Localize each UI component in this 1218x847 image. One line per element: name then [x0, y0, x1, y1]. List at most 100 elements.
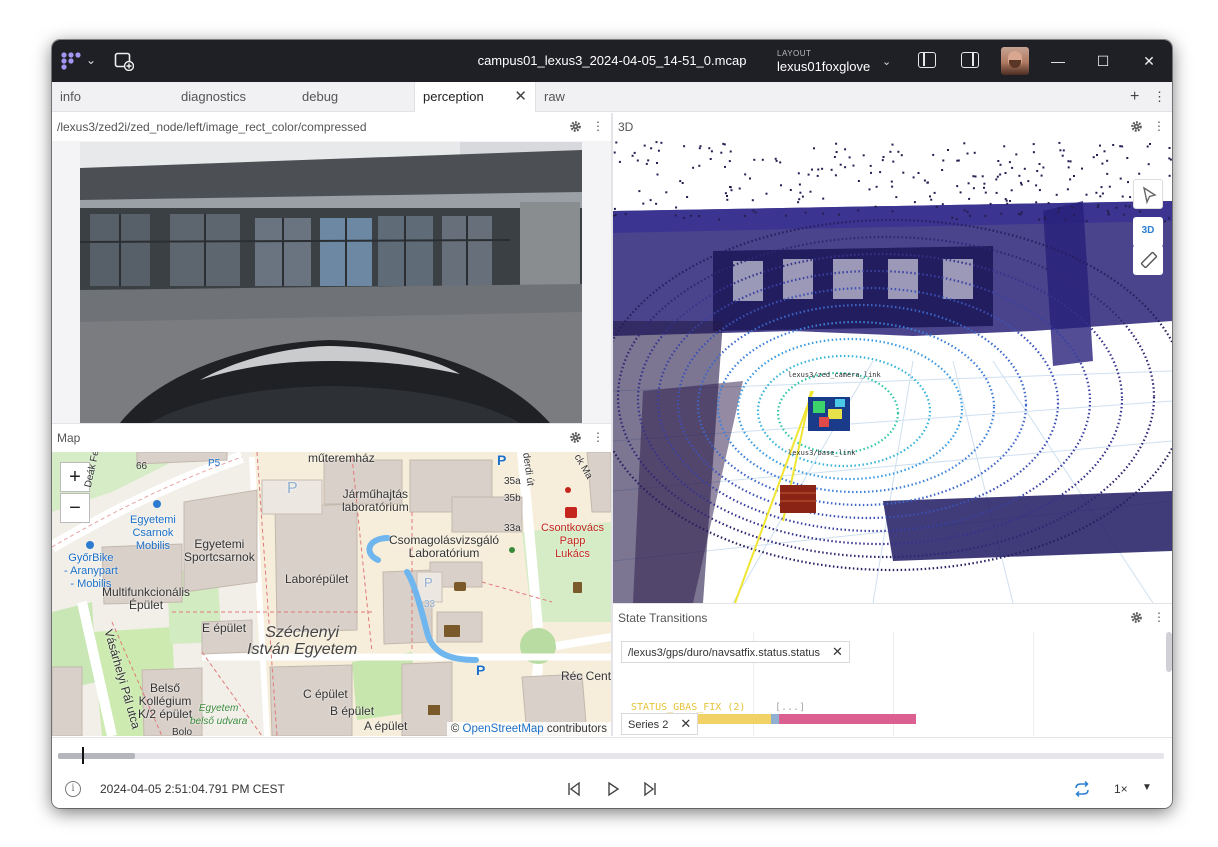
openstreetmap-link[interactable]: OpenStreetMap [463, 723, 544, 735]
map-zoom-out-button[interactable]: − [60, 493, 90, 523]
panel-splitter-horizontal[interactable] [613, 603, 1172, 604]
point-cloud-dot [1069, 160, 1072, 163]
point-cloud-dot [857, 180, 860, 182]
point-cloud-dot [1126, 157, 1129, 159]
point-cloud-dot [1107, 213, 1110, 216]
map-label: Csomagolásvizsgáló Laboratórium [389, 533, 500, 560]
play-icon[interactable] [604, 780, 622, 798]
point-cloud-dot [1057, 211, 1060, 214]
point-cloud-dot [798, 183, 801, 186]
map-label: Egyetemi Sportcsarnok [184, 537, 255, 564]
speed-chevron-down-icon[interactable]: ▼ [1142, 782, 1152, 793]
point-cloud-dot [941, 169, 944, 171]
window-close-button[interactable]: ✕ [1139, 51, 1159, 71]
user-avatar[interactable] [1001, 47, 1029, 75]
point-cloud-dot [951, 216, 954, 219]
point-cloud-dot [1032, 151, 1035, 154]
state-plot-area[interactable]: /lexus3/gps/duro/navsatfix.status.status… [613, 632, 1172, 736]
point-cloud-dot [1108, 185, 1111, 188]
map-label: 35a [504, 476, 521, 487]
timeline-playhead[interactable] [82, 747, 85, 764]
gear-icon[interactable] [1130, 120, 1143, 133]
seek-forward-icon[interactable] [641, 780, 659, 798]
panel-menu-icon[interactable]: ⋮ [592, 119, 604, 133]
frame-label-camera: lexus3/zed_camera_link [788, 371, 882, 379]
tab-raw[interactable]: raw [536, 82, 636, 112]
gear-icon[interactable] [1130, 611, 1143, 624]
close-tab-icon[interactable]: ✕ [514, 82, 527, 112]
point-cloud-dot [1096, 154, 1098, 156]
point-cloud-dot [761, 158, 764, 161]
point-cloud-dot [675, 206, 678, 209]
point-cloud-dot [1101, 162, 1104, 165]
map-attribution: © OpenStreetMap contributors [446, 722, 611, 736]
tab-debug[interactable]: debug [294, 82, 414, 112]
tab-diagnostics[interactable]: diagnostics [173, 82, 294, 112]
image-panel-title[interactable]: /lexus3/zed2i/zed_node/left/image_rect_c… [57, 120, 367, 134]
panel-splitter-vertical[interactable] [611, 113, 613, 736]
point-cloud-dot [1006, 202, 1009, 205]
state-panel-title[interactable]: State Transitions [618, 611, 707, 625]
point-cloud-dot [638, 190, 641, 193]
panel-splitter-horizontal[interactable] [52, 423, 611, 424]
point-cloud-dot [1038, 218, 1041, 221]
series-chip-navsatfix[interactable]: /lexus3/gps/duro/navsatfix.status.status… [621, 641, 850, 663]
panel-menu-icon[interactable]: ⋮ [592, 430, 604, 444]
loop-icon[interactable] [1072, 780, 1092, 798]
window-maximize-button[interactable]: ☐ [1093, 51, 1113, 71]
window-minimize-button[interactable]: — [1048, 51, 1068, 71]
map-canvas[interactable]: + − műteremház Deák Ferenc sétá 66 P5 Eg… [52, 452, 611, 736]
map-panel-title[interactable]: Map [57, 431, 80, 445]
point-cloud-dot [743, 214, 746, 217]
toggle-right-sidebar-icon[interactable] [961, 52, 979, 68]
point-cloud-dot [844, 148, 847, 151]
3d-viewport[interactable]: lexus3/zed_camera_link lexus3/base_link … [613, 141, 1172, 603]
playback-speed-selector[interactable]: 1× [1114, 782, 1128, 796]
point-cloud-dot [966, 210, 969, 213]
point-cloud-dot [1043, 218, 1046, 220]
point-cloud-dot [642, 202, 645, 205]
point-cloud-dot [1004, 172, 1007, 174]
gear-icon[interactable] [569, 431, 582, 444]
point-cloud-dot [930, 198, 933, 201]
remove-series-icon[interactable]: ✕ [832, 644, 843, 659]
gear-icon[interactable] [569, 120, 582, 133]
point-cloud-dot [1163, 220, 1166, 223]
map-label: műteremház [308, 452, 375, 465]
layout-chevron-down-icon[interactable]: ⌄ [882, 55, 891, 68]
timeline-scrubber[interactable] [58, 747, 1164, 764]
point-cloud-dot [1147, 163, 1150, 166]
tab-info[interactable]: info [52, 82, 173, 112]
attribution-contributors: contributors [546, 723, 607, 735]
series-chip-series2[interactable]: Series 2 ✕ [621, 713, 699, 735]
tab-menu-icon[interactable]: ⋮ [1153, 89, 1166, 105]
map-label: Egyetem belső udvara [190, 703, 248, 727]
3d-panel-title[interactable]: 3D [618, 120, 633, 134]
seek-backward-icon[interactable] [565, 780, 583, 798]
add-tab-icon[interactable]: + [1130, 88, 1139, 106]
tab-perception[interactable]: perception ✕ [414, 82, 536, 112]
panel-menu-icon[interactable]: ⋮ [1153, 119, 1165, 133]
point-cloud-dot [816, 174, 819, 177]
map-parking-label: P [424, 575, 433, 590]
measure-tool-button[interactable] [1133, 245, 1163, 275]
point-cloud-dot [966, 152, 969, 155]
select-tool-button[interactable] [1133, 179, 1163, 209]
point-cloud-dot [647, 159, 650, 162]
layout-selector[interactable]: lexus01foxglove [777, 59, 870, 74]
map-label: Multifunkcionális Épület [102, 585, 191, 612]
point-cloud-dot [780, 184, 782, 187]
map-label: Laborépület [285, 572, 349, 586]
point-cloud-dot [785, 214, 787, 217]
info-icon[interactable]: i [65, 781, 81, 797]
panel-menu-icon[interactable]: ⋮ [1153, 610, 1165, 624]
state-scrollbar[interactable] [1166, 632, 1172, 672]
point-cloud-dot [902, 171, 905, 174]
point-cloud-dot [1119, 145, 1122, 148]
map-panel: Map ⋮ + − műteremház 66 P5 Egyetemi Csar… [52, 424, 611, 736]
playback-timestamp[interactable]: 2024-04-05 2:51:04.791 PM CEST [100, 782, 285, 796]
map-parking-label: P [497, 452, 507, 468]
toggle-left-sidebar-icon[interactable] [918, 52, 936, 68]
3d-mode-button[interactable]: 3D [1133, 217, 1163, 247]
remove-series-icon[interactable]: ✕ [680, 716, 691, 731]
